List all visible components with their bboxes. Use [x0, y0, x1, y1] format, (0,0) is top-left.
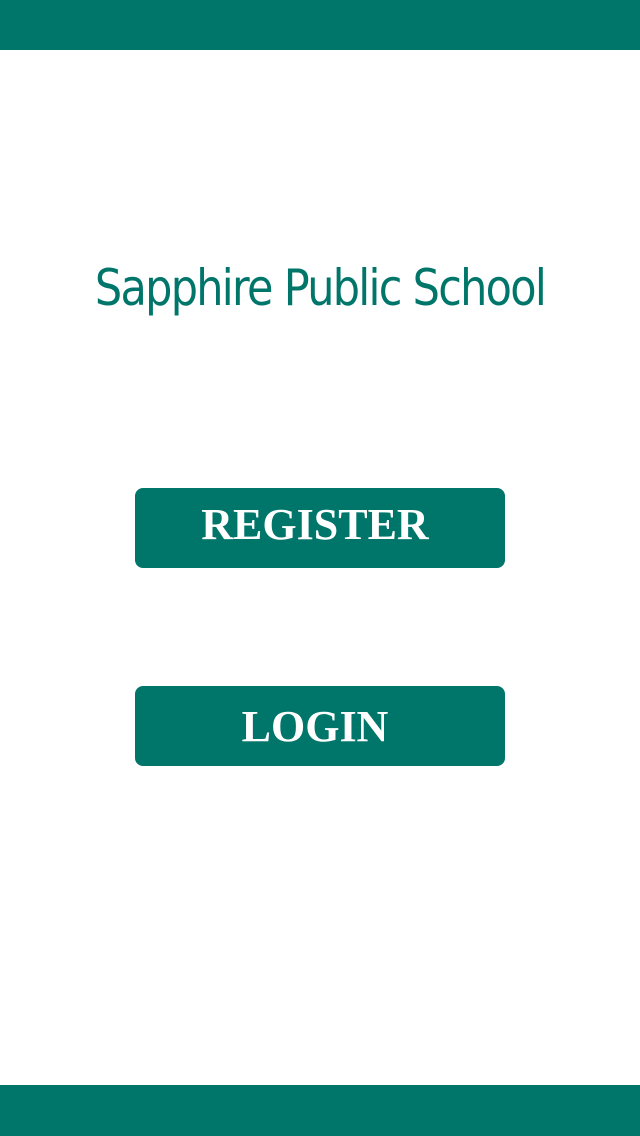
- top-bar: [0, 0, 640, 50]
- login-button[interactable]: LOGIN: [135, 686, 505, 766]
- register-button[interactable]: REGISTER: [135, 488, 505, 568]
- welcome-screen: Sapphire Public School REGISTER LOGIN: [0, 0, 640, 1136]
- bottom-bar: [0, 1085, 640, 1136]
- school-title: Sapphire Public School: [94, 259, 547, 317]
